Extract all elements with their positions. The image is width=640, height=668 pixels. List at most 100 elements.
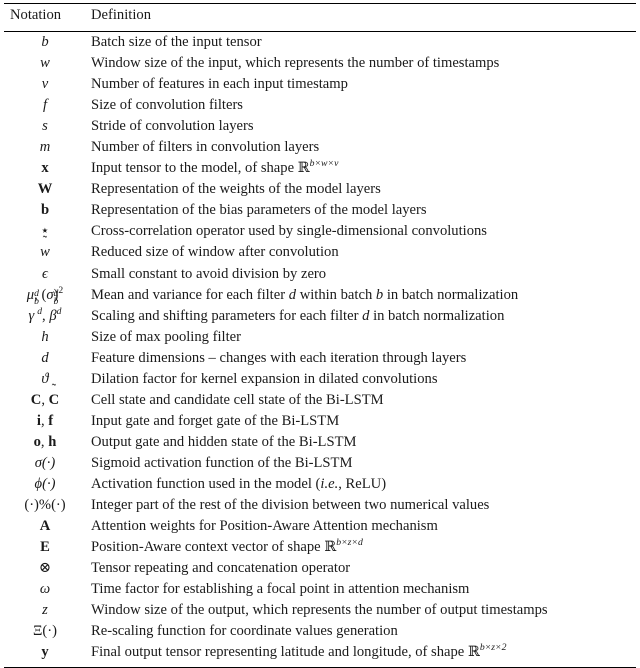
notation-cell: o, h (4, 432, 88, 453)
table-row: s Stride of convolution layers (4, 116, 636, 137)
notation-definition-table: Notation Definition (4, 4, 636, 28)
comma: , (42, 307, 46, 324)
definition-cell: Input tensor to the model, of shape ℝb×w… (88, 158, 636, 179)
notation-cell: i, f (4, 411, 88, 432)
table-row: ϕ(·) Activation function used in the mod… (4, 474, 636, 495)
definition-cell: Time factor for establishing a focal poi… (91, 581, 470, 598)
symbol-sigma: σ (46, 286, 54, 303)
definition-cell: Representation of the bias parameters of… (91, 202, 427, 219)
table-row: W Representation of the weights of the m… (4, 179, 636, 200)
definition-cell: Size of convolution filters (91, 97, 243, 114)
inline-symbol-d: d (362, 307, 370, 324)
definition-text: in batch normalization (386, 286, 519, 303)
notation-cell: ⊗ (4, 558, 88, 579)
table-row: w Window size of the input, which repres… (4, 53, 636, 74)
notation-cell: ϑ (4, 369, 88, 390)
table-row: x Input tensor to the model, of shape ℝb… (4, 158, 636, 179)
table-row: A Attention weights for Position-Aware A… (4, 516, 636, 537)
table-body: b Batch size of the input tensor w Windo… (4, 32, 636, 663)
table-row: m Number of filters in convolution layer… (4, 137, 636, 158)
table-row: h Size of max pooling filter (4, 327, 636, 348)
beta-superscript-d: d (56, 305, 62, 317)
notation-cell: C, ˜ C (4, 382, 88, 411)
symbol-z: z (42, 602, 48, 619)
blackboard-r-icon: ℝ (324, 539, 337, 556)
inline-symbol-d: d (288, 286, 297, 303)
notation-cell: ˜ w (4, 234, 88, 263)
symbol-f: f (42, 97, 48, 114)
shape-superscript: b×w×v (309, 158, 339, 170)
symbol-x-bold: x (41, 160, 49, 177)
comma: , (40, 433, 45, 450)
notation-cell: σ(·) (4, 453, 88, 474)
symbol-d: d (41, 349, 49, 366)
power-two: 2 (58, 284, 64, 296)
definition-cell: Tensor repeating and concatenation opera… (91, 560, 351, 577)
shape-superscript: b×z×d (336, 537, 363, 549)
notation-cell: h (4, 327, 88, 348)
symbol-gamma-beta: γ d, βd (29, 305, 62, 324)
notation-cell: m (4, 137, 88, 158)
symbol-C-tilde-bold: ˜ C (49, 382, 60, 411)
notation-cell: b (4, 200, 88, 221)
table-row: f Size of convolution filters (4, 95, 636, 116)
symbol-xi-function: Ξ(·) (33, 623, 57, 640)
symbol-y-bold: y (41, 644, 49, 661)
table-row: μdb, (σ d b)2 Mean and variance for each f… (4, 285, 636, 306)
notation-cell: f (4, 95, 88, 116)
notation-cell: Ξ(·) (4, 621, 88, 642)
definition-cell: Cell state and candidate cell state of t… (91, 391, 384, 408)
notation-cell: W (4, 179, 88, 200)
table-row: b Representation of the bias parameters … (4, 200, 636, 221)
shape-superscript: b×z×2 (479, 642, 507, 654)
symbol-E-bold: E (40, 539, 50, 556)
definition-text: Position-Aware context vector of shape (91, 539, 321, 556)
definition-cell: Output gate and hidden state of the Bi-L… (91, 433, 357, 450)
definition-cell: Final output tensor representing latitud… (88, 642, 636, 663)
notation-cell: y (4, 642, 88, 663)
symbol-omega: ω (39, 581, 51, 598)
table-row: E Position-Aware context vector of shape… (4, 537, 636, 558)
notation-cell: w (4, 53, 88, 74)
tilde-accent-icon: ˜ (42, 233, 48, 249)
notation-cell: μdb, (σ d b)2 (4, 285, 88, 306)
symbol-mu-batch-stats: μdb, (σ d b)2 (26, 284, 64, 308)
shape-expression: ℝb×w×v (297, 158, 339, 177)
definition-text: Activation function used in the model ( (91, 475, 321, 492)
shape-expression: ℝb×z×d (324, 537, 363, 556)
blackboard-r-icon: ℝ (297, 160, 310, 177)
shape-expression: ℝb×z×2 (468, 642, 507, 660)
definition-cell: Batch size of the input tensor (91, 34, 262, 50)
tilde-accent-icon: ˜ (51, 380, 57, 396)
table-row: γ d, βd Scaling and shifting parameters … (4, 306, 636, 327)
definition-cell: Size of max pooling filter (91, 328, 241, 345)
definition-cell: Number of features in each input timesta… (91, 76, 348, 93)
notation-cell: z (4, 600, 88, 621)
table-row: ˜ w Reduced size of window after convolut… (4, 234, 636, 263)
definition-cell: Integer part of the rest of the division… (91, 497, 490, 514)
notation-cell: ω (4, 579, 88, 600)
definition-cell: Sigmoid activation function of the Bi-LS… (91, 454, 353, 471)
definition-cell: Cross-correlation operator used by singl… (91, 223, 487, 240)
notation-cell: (·)%(·) (4, 495, 88, 516)
definition-cell: Attention weights for Position-Aware Att… (91, 518, 438, 535)
symbol-w: w (40, 55, 50, 72)
symbol-phi-function: ϕ(·) (34, 475, 56, 492)
notation-cell: x (4, 158, 88, 179)
definition-text: Scaling and shifting parameters for each… (91, 307, 359, 324)
notation-cell: ϕ(·) (4, 474, 88, 495)
comma: , (41, 391, 45, 408)
table-row: ϑ Dilation factor for kernel expansion i… (4, 369, 636, 390)
column-header-definition: Definition (91, 7, 151, 23)
notation-cell: b (4, 32, 88, 53)
symbol-modulo-operator: (·)%(·) (24, 497, 66, 514)
table-row: z Window size of the output, which repre… (4, 600, 636, 621)
definition-cell: Window size of the input, which represen… (91, 55, 500, 72)
definition-text: Input tensor to the model, of shape (91, 160, 295, 177)
symbol-A-bold: A (39, 518, 51, 535)
definition-cell: Input gate and forget gate of the Bi-LST… (91, 412, 340, 429)
symbol-b: b (41, 34, 49, 50)
symbol-epsilon: ϵ (42, 265, 48, 282)
symbol-s: s (42, 118, 48, 135)
table-row: ϵ Small constant to avoid division by ze… (4, 264, 636, 285)
